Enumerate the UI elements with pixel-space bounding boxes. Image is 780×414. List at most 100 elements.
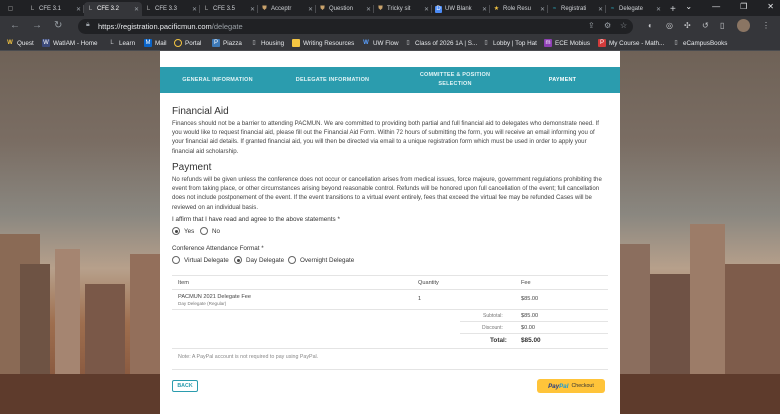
maximize-icon[interactable]: ❐ [740, 2, 747, 11]
bookmark-housing[interactable]: ▯ Housing [250, 39, 284, 47]
share-icon[interactable]: ⇪ [588, 21, 595, 30]
bookmark-writing[interactable]: Writing Resources [292, 39, 354, 47]
page-icon: ▯ [406, 40, 410, 46]
overnight-delegate-radio[interactable]: Overnight Delegate [288, 256, 354, 264]
radio-empty-icon [172, 256, 180, 264]
new-tab-button[interactable]: + [668, 2, 682, 16]
day-delegate-radio[interactable]: Day Delegate [234, 256, 284, 264]
total-label: Total: [490, 337, 507, 344]
bookmark-portal[interactable]: Portal [174, 39, 201, 47]
close-tab-icon[interactable]: ✕ [424, 6, 429, 13]
bookmark-ecampus[interactable]: ▯ eCampusBooks [672, 39, 727, 47]
avatar[interactable] [737, 19, 750, 32]
subtotal-label: Subtotal: [483, 313, 503, 319]
close-tab-icon[interactable]: ✕ [598, 6, 603, 13]
learn-icon: L [88, 5, 93, 12]
step-committee-selection[interactable]: COMMITTEE & POSITION SELECTION [405, 67, 505, 93]
attendance-format-label: Conference Attendance Format * [172, 245, 264, 252]
close-tab-icon[interactable]: ✕ [366, 6, 371, 13]
payment-heading: Payment [172, 162, 212, 173]
progress-steps: GENERAL INFORMATION DELEGATE INFORMATION… [160, 67, 620, 93]
menu-icon[interactable]: ⋮ [762, 21, 770, 30]
bookmark-tophat[interactable]: ▯ Lobby | Top Hat [482, 39, 537, 47]
mobius-icon: m [544, 39, 552, 47]
tab-7[interactable]: D UW Blank ✕ [432, 2, 490, 16]
close-tab-icon[interactable]: ✕ [250, 6, 255, 13]
history-icon[interactable]: ↺ [702, 21, 709, 30]
tab-5[interactable]: ⛊ Question ✕ [316, 2, 374, 16]
docs-icon: D [435, 5, 442, 13]
close-tab-icon[interactable]: ✕ [192, 6, 197, 13]
minimize-icon[interactable]: — [712, 2, 720, 11]
tab-3[interactable]: L CFE 3.5 ✕ [200, 2, 258, 16]
financial-aid-heading: Financial Aid [172, 106, 229, 117]
line-item-subtitle: Day Delegate (Regular) [178, 301, 227, 306]
back-arrow-icon[interactable]: ← [10, 20, 20, 32]
page-icon: ▯ [674, 40, 678, 46]
bookmark-star-icon[interactable]: ☆ [620, 21, 627, 30]
tab-0[interactable]: L CFE 3.1 ✕ [26, 2, 84, 16]
page-icon: ▯ [252, 40, 256, 46]
bookmark-uwflow[interactable]: W UW Flow [362, 39, 398, 47]
tab-search-icon[interactable]: ▢ [4, 2, 24, 16]
tab-1[interactable]: L CFE 3.2 ✕ [84, 2, 142, 16]
close-tab-icon[interactable]: ✕ [482, 6, 487, 13]
radio-empty-icon [288, 256, 296, 264]
chevron-down-icon[interactable]: ⌄ [685, 2, 692, 11]
quantity-column-header: Quantity [418, 280, 439, 286]
bookmarks-bar: W Quest W WatIAM - Home L Learn M Mail Porta… [0, 36, 780, 51]
wave-icon: ≈ [610, 5, 615, 12]
line-item-name: PACMUN 2021 Delegate Fee [178, 294, 251, 300]
address-bar[interactable]: 🔒︎ https://registration.pacificmun.com/d… [78, 19, 633, 34]
tab-6[interactable]: ⛊ Tricky sit ✕ [374, 2, 432, 16]
grammar-icon[interactable]: ◎ [666, 21, 673, 30]
tab-list-icon: ▢ [7, 5, 14, 12]
bookmark-mobius[interactable]: m ECE Mobius [544, 39, 590, 47]
extension-icon[interactable]: ◐ [648, 21, 653, 30]
tab-strip: ▢ L CFE 3.1 ✕ L CFE 3.2 ✕ L CFE 3.3 ✕ L CFE 3.5… [0, 0, 780, 16]
virtual-delegate-radio[interactable]: Virtual Delegate [172, 256, 229, 264]
close-tab-icon[interactable]: ✕ [134, 6, 139, 13]
bookmark-learn[interactable]: L Learn [108, 39, 135, 47]
close-tab-icon[interactable]: ✕ [76, 6, 81, 13]
close-tab-icon[interactable]: ✕ [656, 6, 661, 13]
tab-8[interactable]: ★ Role Resu ✕ [490, 2, 548, 16]
affirm-no-radio[interactable]: No [200, 227, 220, 235]
step-delegate-information[interactable]: DELEGATE INFORMATION [275, 67, 390, 93]
step-general-information[interactable]: GENERAL INFORMATION [160, 67, 275, 93]
uwflow-icon: W [363, 40, 369, 46]
affirm-yes-radio[interactable]: Yes [172, 227, 194, 235]
discount-value: $0.00 [521, 325, 535, 331]
line-item-fee: $85.00 [521, 296, 539, 302]
reload-icon[interactable]: ↻ [54, 20, 62, 32]
sidebar-icon[interactable]: ▯ [720, 21, 724, 30]
lock-icon[interactable]: 🔒︎ [86, 21, 90, 29]
back-button[interactable]: BACK [172, 380, 198, 392]
bookmark-class[interactable]: ▯ Class of 2026 1A | S... [404, 39, 477, 47]
learn-icon: L [204, 5, 209, 12]
bookmark-quest[interactable]: W Quest [6, 39, 34, 47]
close-window-icon[interactable]: ✕ [767, 2, 774, 11]
bookmark-mail[interactable]: M Mail [144, 39, 167, 47]
bookmark-mycourse[interactable]: P My Course - Math... [598, 39, 664, 47]
total-value: $85.00 [521, 337, 541, 344]
bookmark-watiam[interactable]: W WatIAM - Home [42, 39, 98, 47]
forward-arrow-icon[interactable]: → [32, 20, 42, 32]
mail-icon: M [144, 39, 152, 47]
paypal-logo-pal: Pal [559, 382, 569, 390]
puzzle-icon[interactable]: ✣ [684, 21, 691, 30]
settings-icon[interactable]: ⚙ [604, 21, 611, 30]
page-background: GENERAL INFORMATION DELEGATE INFORMATION… [0, 51, 780, 414]
close-tab-icon[interactable]: ✕ [308, 6, 313, 13]
tab-9[interactable]: ≈ Registrati ✕ [548, 2, 606, 16]
tab-2[interactable]: L CFE 3.3 ✕ [142, 2, 200, 16]
learn-icon: L [30, 5, 35, 12]
step-payment[interactable]: PAYMENT [505, 67, 620, 93]
close-tab-icon[interactable]: ✕ [540, 6, 545, 13]
paypal-checkout-button[interactable]: Pay Pal Checkout [537, 379, 605, 393]
tab-10[interactable]: ≈ Delegate ✕ [606, 2, 664, 16]
bookmark-piazza[interactable]: P Piazza [212, 39, 242, 47]
tab-4[interactable]: ⛊ Acceptr ✕ [258, 2, 316, 16]
portal-icon [174, 39, 182, 47]
window-controls: ⌄ — ❐ ✕ [685, 2, 774, 11]
